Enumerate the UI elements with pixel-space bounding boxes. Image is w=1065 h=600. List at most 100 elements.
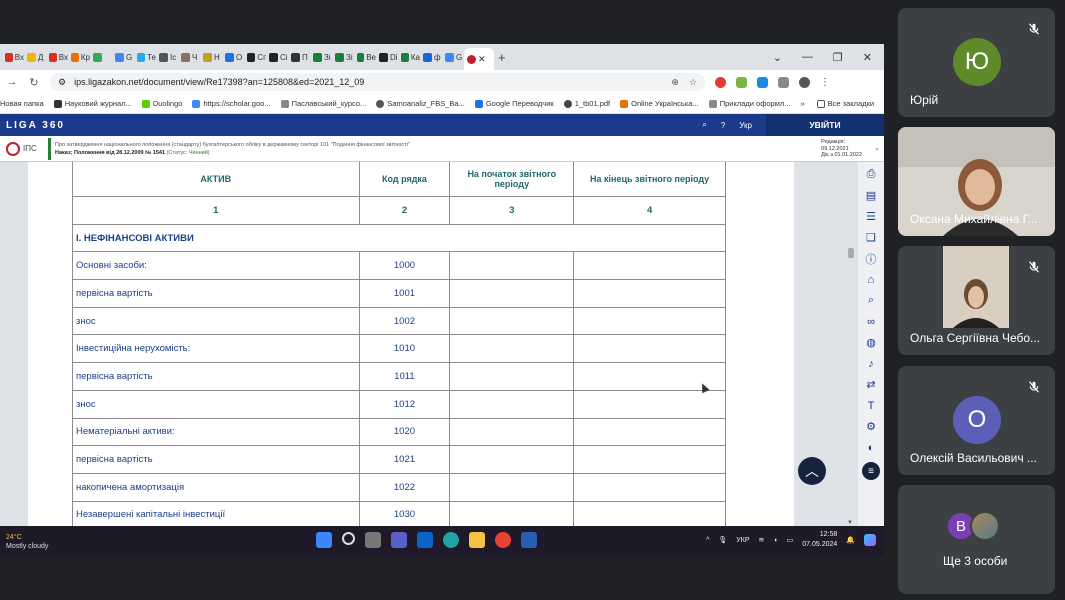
bookmark-item[interactable]: Паславський_курсо... [280,99,366,108]
all-bookmarks-button[interactable]: Все закладки [816,99,874,108]
bookmark-item[interactable]: 1_tb01.pdf [563,99,610,108]
notification-icon[interactable]: 🔔 [846,536,855,544]
settings-icon[interactable]: ⚙ [865,420,878,433]
list-icon[interactable]: ☰ [865,210,878,223]
bell-icon[interactable]: ♪ [865,357,878,370]
browser-tab[interactable]: Вх [46,47,68,67]
edition-info[interactable]: Редакція: 09.12.2021 Діє з 01.01.2022 [821,139,862,159]
browser-tab[interactable]: Іс [156,47,178,67]
help-icon[interactable]: ? [721,121,725,130]
bookmark-item[interactable]: https://scholar.goo... [192,99,271,108]
profile-avatar[interactable] [799,76,810,88]
browser-tab[interactable]: Н [200,47,222,67]
info-icon[interactable]: ⓘ [865,252,878,266]
tab-search-icon[interactable]: ⌄ [773,51,782,64]
site-info-icon[interactable]: ⚙ [58,77,66,88]
chrome-icon[interactable] [495,532,511,548]
browser-tab[interactable]: G [112,47,134,67]
minimize-icon[interactable]: — [802,51,813,64]
menu-dots-icon[interactable]: ⋮ [820,77,831,88]
edge-icon[interactable] [443,532,459,548]
browser-tab[interactable]: Зі [310,47,332,67]
chevron-down-icon[interactable]: ⌄ [874,144,880,152]
scrollbar-thumb[interactable] [848,248,854,258]
bookmark-item[interactable]: Науковий журнал... [53,99,132,108]
close-window-icon[interactable]: ✕ [863,51,872,64]
volume-icon[interactable]: ◖ [773,537,777,544]
print-icon[interactable]: ⎙ [865,168,878,181]
browser-tab[interactable]: Зі [332,47,354,67]
link-icon[interactable]: ∞ [865,315,878,328]
teams-icon[interactable] [391,532,407,548]
language-select[interactable]: Укр [739,121,752,130]
browser-tab[interactable]: Кр [68,47,90,67]
copilot-icon[interactable] [864,534,876,546]
globe-icon[interactable]: ◍ [865,336,878,349]
word-app-icon[interactable] [521,532,537,548]
new-tab-button[interactable]: + [498,50,512,65]
search-icon[interactable] [342,532,355,545]
chevron-right-icon[interactable]: » [801,99,805,108]
browser-tab[interactable]: П [288,47,310,67]
scroll-top-button[interactable]: ︿ [798,457,826,485]
bookmark-item[interactable]: Duolingo [141,99,182,108]
bookmark-item[interactable]: Online Українська... [620,99,699,108]
battery-icon[interactable]: ▭ [787,536,794,544]
browser-tab[interactable]: О [222,47,244,67]
wifi-icon[interactable]: ≋ [759,536,765,544]
menu-round-icon[interactable]: ≡ [862,462,880,480]
institution-icon[interactable]: ⌂ [865,273,878,286]
microphone-icon[interactable]: 🎙 [718,536,727,544]
more-participants-tile[interactable]: В Ще 3 особи [898,485,1055,594]
weather-widget[interactable]: 24°C Mostly cloudy [0,533,48,551]
participant-tile[interactable]: О Олексій Васильович ... [898,366,1055,475]
bookmark-item[interactable]: Приклади оформл... [708,99,791,108]
forward-icon[interactable]: → [6,76,18,88]
browser-tab[interactable]: Ч [178,47,200,67]
browser-tab-active[interactable]: ✕ [464,48,494,70]
browser-tab[interactable]: Д [24,47,46,67]
browser-tab[interactable]: Те [134,47,156,67]
language-indicator[interactable]: УКР [736,537,749,544]
participant-tile[interactable]: Оксана Михайлівна Г... [898,127,1055,236]
file-explorer-icon[interactable] [469,532,485,548]
browser-tab[interactable]: Сг [244,47,266,67]
browser-tab[interactable]: G [442,47,464,67]
browser-tab[interactable]: Ве [354,47,376,67]
maximize-icon[interactable]: ❐ [833,51,843,64]
participant-tile[interactable]: Ю Юрій [898,8,1055,117]
browser-tab[interactable] [90,47,112,67]
reload-icon[interactable]: ↻ [28,76,40,89]
word-icon[interactable]: ▤ [865,189,878,202]
bookmark-star-icon[interactable]: ☆ [689,77,697,88]
ips-logo[interactable]: ІПС [0,141,48,156]
task-view-icon[interactable] [365,532,381,548]
browser-tab[interactable]: ф [420,47,442,67]
browser-tab[interactable]: Сі [266,47,288,67]
participant-tile[interactable]: Ольга Сергіївна Чебо... [898,246,1055,355]
url-field[interactable]: ⚙ ips.ligazakon.net/document/view/Re1739… [50,73,705,91]
tray-chevron-icon[interactable]: ^ [706,537,709,544]
extension-icon[interactable] [757,76,768,88]
browser-tab[interactable]: Ка [398,47,420,67]
copy-icon[interactable]: ❏ [865,231,878,244]
puzzle-icon[interactable] [778,76,789,88]
login-button[interactable]: УВІЙТИ [766,114,884,136]
text-size-icon[interactable]: T [865,399,878,412]
browser-tab[interactable]: Вх [2,47,24,67]
page-scrollbar[interactable]: ▼ [846,162,856,526]
compare-icon[interactable]: ⇄ [865,378,878,391]
close-tab-icon[interactable]: ✕ [478,54,486,65]
opera-extension-icon[interactable] [715,76,726,88]
mail-icon[interactable] [417,532,433,548]
bookmark-item[interactable]: Google Переводчик [474,99,554,108]
windows-start-icon[interactable] [316,532,332,548]
search-icon[interactable]: ⌕ [702,120,706,130]
zoom-icon[interactable]: ⊕ [671,77,679,88]
bookmark-item[interactable]: Samoanaliz_FBS_Ва... [376,99,465,108]
browser-tab[interactable]: Di [376,47,398,67]
bookmark-item[interactable]: Новая папка [0,99,44,108]
clock[interactable]: 12:58 07.05.2024 [802,530,837,550]
liga-logo[interactable]: LIGA 360 [6,120,65,131]
search-doc-icon[interactable]: ⌕ [865,294,878,307]
